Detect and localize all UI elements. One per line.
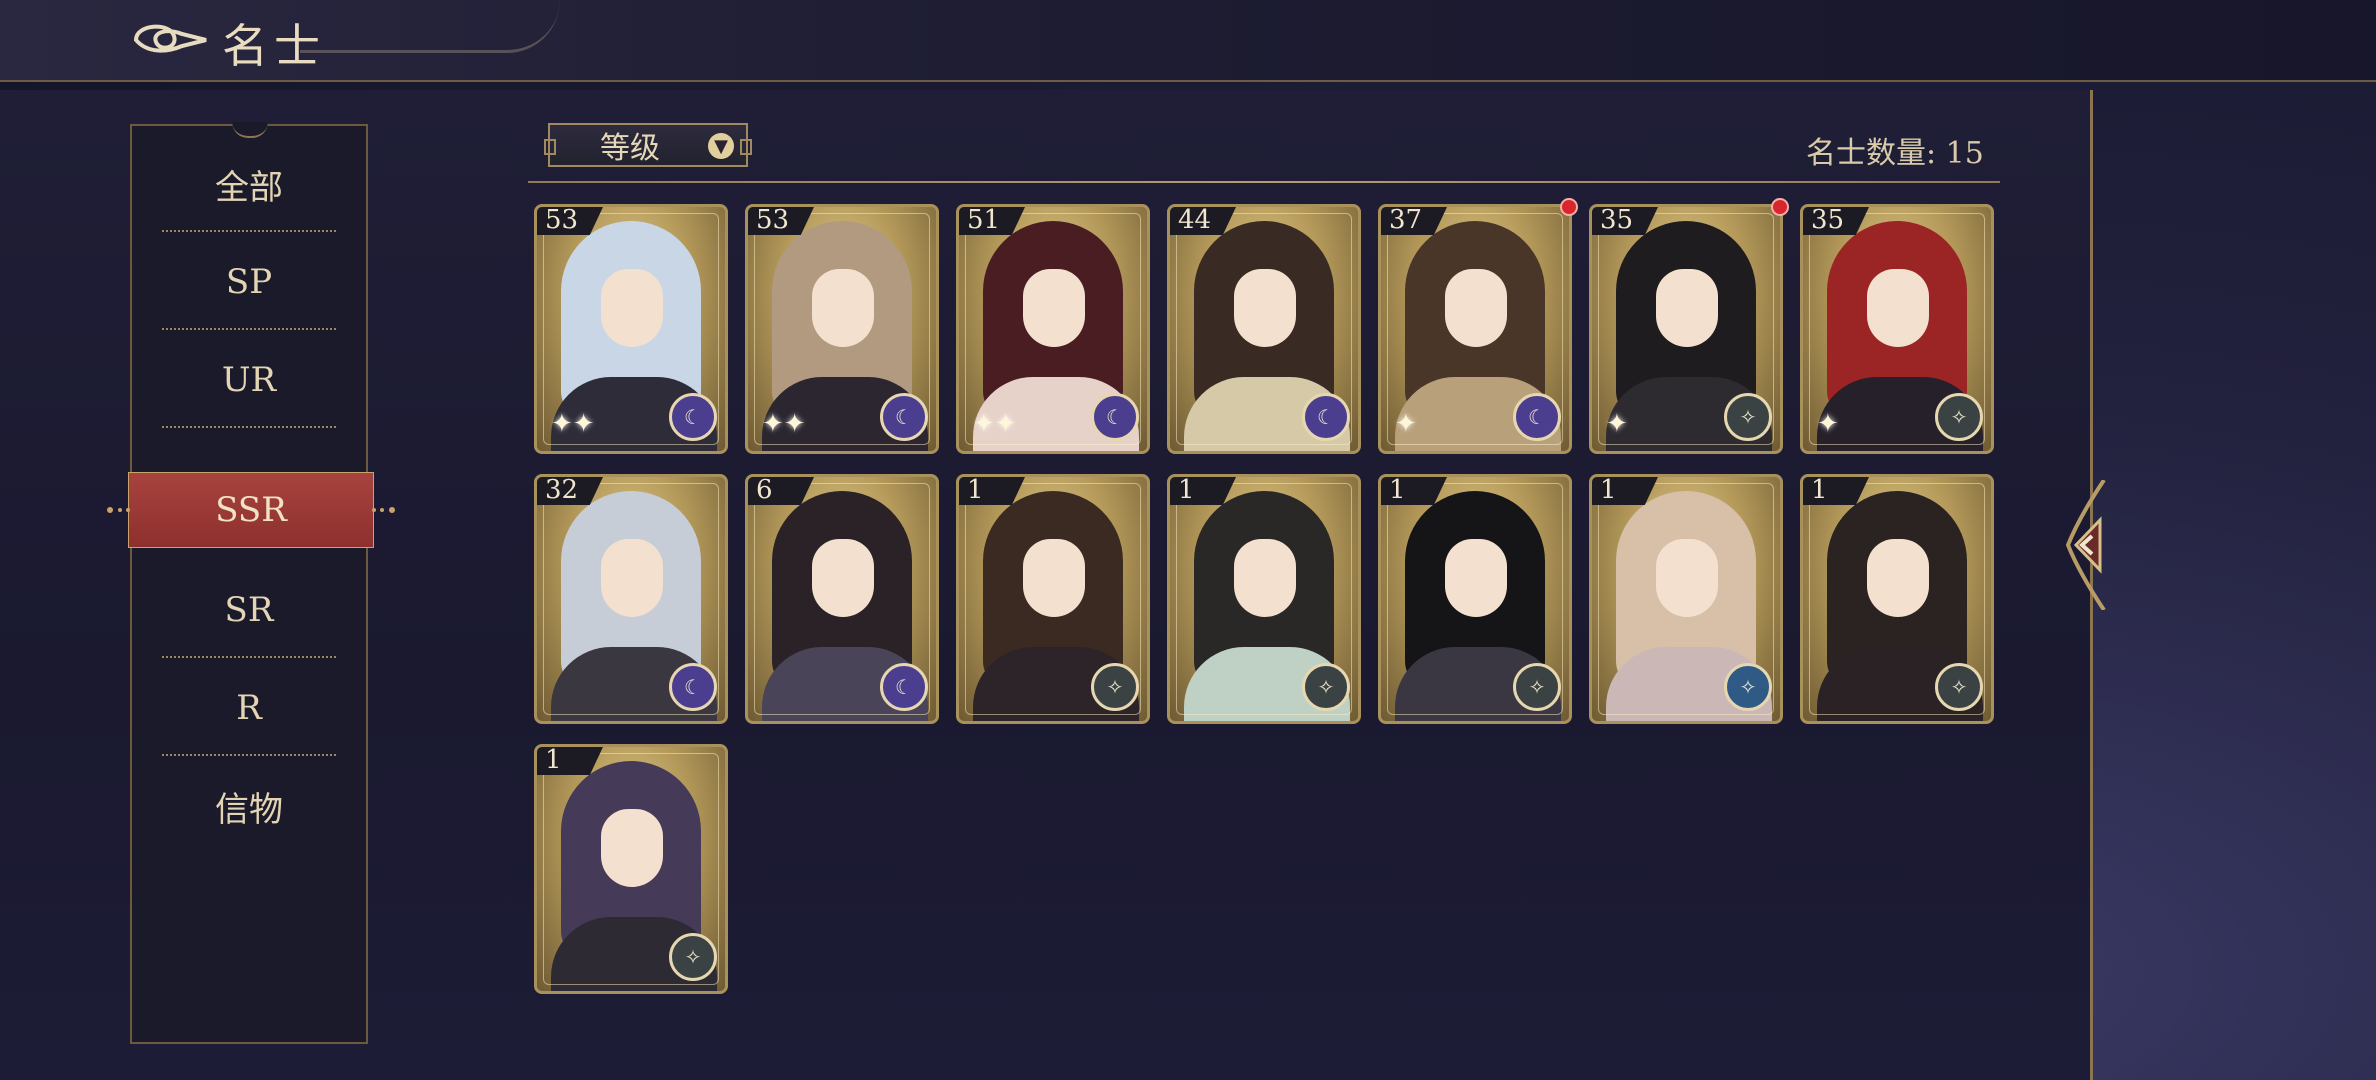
sort-label: 等级 — [600, 131, 660, 166]
sort-dropdown[interactable]: 等级 ▼ — [544, 123, 752, 167]
chevron-down-icon: ▼ — [708, 133, 734, 159]
title-bar: 名士 — [0, 0, 2376, 82]
sparkle-icon: ✦ — [1395, 409, 1417, 439]
hero-card[interactable]: 37 ✦ ☾ — [1378, 204, 1572, 454]
sparkle-icon: ✦✦ — [762, 409, 806, 439]
level-number: 1 — [967, 475, 984, 505]
level-number: 6 — [756, 475, 773, 505]
level-number: 37 — [1389, 205, 1423, 235]
star-icon: ✧ — [1724, 393, 1772, 441]
moon-icon: ☾ — [880, 393, 928, 441]
sparkle-icon: ✦✦ — [551, 409, 595, 439]
ornament-dots-icon — [372, 507, 395, 513]
moon-icon: ☾ — [1302, 393, 1350, 441]
filter-label: R — [236, 688, 262, 728]
hero-card[interactable]: 35 ✦ ✧ — [1589, 204, 1783, 454]
filter-label: SR — [224, 590, 274, 630]
filter-label: 信物 — [215, 789, 283, 830]
moon-icon: ☾ — [1513, 393, 1561, 441]
level-number: 51 — [967, 205, 1001, 235]
hero-card[interactable]: 1 ✧ — [1378, 474, 1572, 724]
hero-card[interactable]: 32 ☾ — [534, 474, 728, 724]
level-number: 1 — [1389, 475, 1406, 505]
divider — [528, 181, 2000, 183]
sparkle-icon: ✦ — [1817, 409, 1839, 439]
sparkle-icon: ✦ — [1606, 409, 1628, 439]
level-number: 1 — [1811, 475, 1828, 505]
level-number: 44 — [1178, 205, 1212, 235]
level-number: 1 — [1178, 475, 1195, 505]
filter-token[interactable]: 信物 — [154, 758, 344, 854]
page-title: 名士 — [222, 19, 326, 73]
filter-label: 全部 — [215, 167, 283, 208]
level-number: 1 — [545, 745, 562, 775]
filter-sp[interactable]: SP — [154, 234, 344, 330]
separator — [162, 426, 336, 428]
separator — [162, 754, 336, 756]
hero-card[interactable]: 51 ✦✦ ☾ — [956, 204, 1150, 454]
hero-card[interactable]: 1 ✧ — [534, 744, 728, 994]
level-number: 35 — [1811, 205, 1845, 235]
filter-ur[interactable]: UR — [154, 332, 344, 428]
decorative-swirl — [300, 0, 560, 53]
hero-card[interactable]: 53 ✦✦ ☾ — [534, 204, 728, 454]
star-icon: ✧ — [1935, 663, 1983, 711]
collapse-arrow-icon[interactable] — [2064, 480, 2108, 610]
hero-card[interactable]: 53 ✦✦ ☾ — [745, 204, 939, 454]
hero-count: 名士数量: 15 — [1806, 136, 1984, 171]
filter-label: SP — [225, 262, 273, 302]
blue-icon: ✧ — [1724, 663, 1772, 711]
filter-label: UR — [221, 360, 277, 400]
level-number: 32 — [545, 475, 579, 505]
sparkle-icon: ✦✦ — [973, 409, 1017, 439]
star-icon: ✧ — [1091, 663, 1139, 711]
moon-icon: ☾ — [669, 393, 717, 441]
cloud-ornament-icon — [133, 24, 207, 53]
star-icon: ✧ — [1935, 393, 1983, 441]
filter-sr[interactable]: SR — [154, 562, 344, 658]
level-number: 53 — [545, 205, 579, 235]
dropdown-edge — [740, 139, 752, 155]
hero-card[interactable]: 1 ✧ — [1167, 474, 1361, 724]
hero-card[interactable]: 1 ✧ — [1800, 474, 1994, 724]
hero-card[interactable]: 44 ☾ — [1167, 204, 1361, 454]
star-icon: ✧ — [669, 933, 717, 981]
ornament-dots-icon — [107, 507, 130, 513]
hero-card[interactable]: 6 ☾ — [745, 474, 939, 724]
level-number: 1 — [1600, 475, 1617, 505]
separator — [162, 656, 336, 658]
filter-label: SSR — [215, 490, 287, 530]
moon-icon: ☾ — [669, 663, 717, 711]
moon-icon: ☾ — [1091, 393, 1139, 441]
moon-icon: ☾ — [880, 663, 928, 711]
hero-card[interactable]: 1 ✧ — [956, 474, 1150, 724]
star-icon: ✧ — [1513, 663, 1561, 711]
separator — [162, 328, 336, 330]
filter-ssr[interactable]: SSR — [107, 472, 395, 548]
level-number: 35 — [1600, 205, 1634, 235]
level-number: 53 — [756, 205, 790, 235]
hero-card[interactable]: 35 ✦ ✧ — [1800, 204, 1994, 454]
notification-dot — [1771, 198, 1789, 216]
hero-card[interactable]: 1 ✧ — [1589, 474, 1783, 724]
filter-all[interactable]: 全部 — [154, 136, 344, 232]
notification-dot — [1560, 198, 1578, 216]
dropdown-edge — [544, 139, 556, 155]
rarity-filter-sidebar: 全部 SP UR SSR SR R 信物 — [107, 122, 395, 1044]
star-icon: ✧ — [1302, 663, 1350, 711]
separator — [162, 230, 336, 232]
filter-r[interactable]: R — [154, 660, 344, 756]
